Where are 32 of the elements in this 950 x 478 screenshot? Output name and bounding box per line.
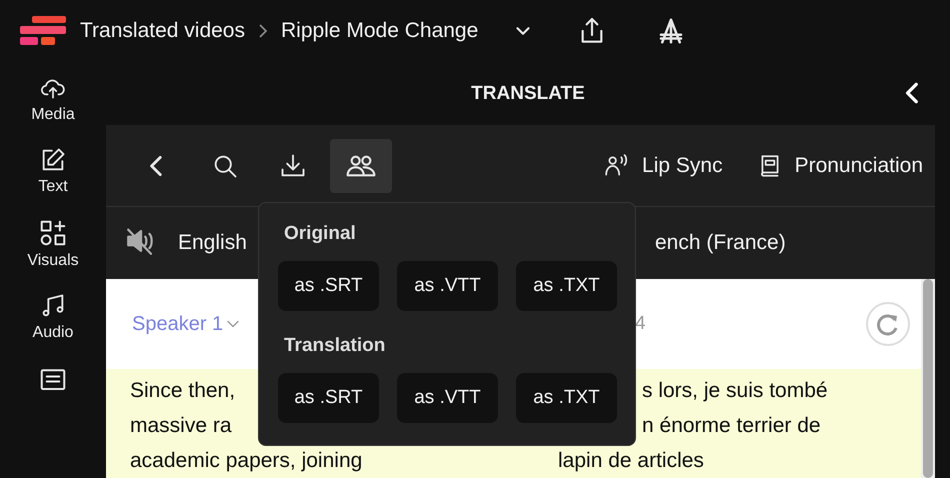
menu-group-title: Translation [284,335,386,357]
refresh-icon[interactable] [865,301,911,347]
toolbar-button[interactable] [330,138,392,193]
toolbar-action[interactable]: Lip Sync [642,154,723,178]
toolbar-action[interactable]: Pronunciation [794,154,923,178]
format-button[interactable]: as .VTT [397,261,498,311]
format-button[interactable]: as .SRT [278,261,379,311]
format-button[interactable]: as .VTT [397,373,498,423]
shapes-icon [38,218,68,248]
translation-text-line: n énorme terrier de [642,413,821,439]
panel-title: TRANSLATE [471,82,585,104]
chevron-right-icon [258,24,267,38]
format-button[interactable]: as .TXT [516,373,617,423]
source-language[interactable]: English [178,231,247,256]
translation-text-line: lapin de articles [558,448,704,474]
source-text-line: massive ra [130,413,232,439]
sidebar-label[interactable]: Text [38,178,68,196]
breadcrumb-item[interactable]: Translated videos [80,19,245,43]
format-button[interactable]: as .SRT [278,373,379,423]
timestamp: 4 [635,313,647,335]
sidebar-label[interactable]: Media [31,106,75,124]
logo-icon[interactable] [20,16,66,46]
target-language[interactable]: ench (France) [655,231,935,256]
scrollbar-thumb[interactable] [923,279,933,478]
source-text-line: Since then, [130,378,236,404]
menu-group-title: Original [284,223,357,245]
translation-text-line: s lors, je suis tombé [642,378,828,404]
sidebar-label[interactable]: Visuals [27,252,79,270]
breadcrumb-item[interactable]: Ripple Mode Change [280,19,478,43]
format-button[interactable]: as .TXT [516,261,617,311]
source-text-line: academic papers, joining [130,448,362,474]
sidebar-label[interactable]: Audio [32,324,74,342]
